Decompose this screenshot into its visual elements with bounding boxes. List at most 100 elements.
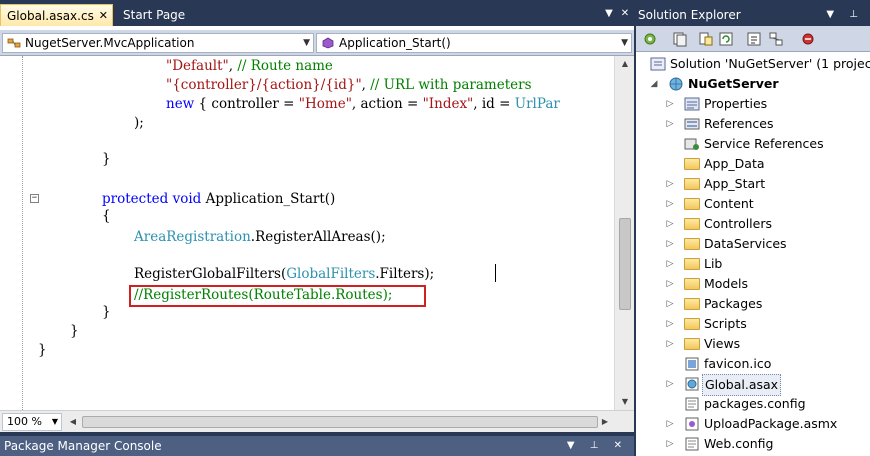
references-icon bbox=[684, 117, 700, 131]
tree-item-uploadpackage-asmx[interactable]: ▷ UploadPackage.asmx bbox=[644, 414, 868, 434]
tree-item-views[interactable]: ▷ Views bbox=[644, 334, 868, 354]
folder-icon bbox=[684, 217, 700, 231]
package-manager-console-header[interactable]: Package Manager Console ▼ ⊥ ✕ bbox=[0, 436, 634, 456]
folder-icon bbox=[684, 277, 700, 291]
tree-item-web-config[interactable]: ▷ Web.config bbox=[644, 434, 868, 454]
expand-arrow-icon[interactable]: ▷ bbox=[664, 334, 676, 354]
solution-node[interactable]: Solution 'NuGetServer' (1 project) bbox=[644, 54, 870, 74]
class-diagram-icon[interactable] bbox=[768, 31, 784, 47]
code-line: } bbox=[38, 342, 47, 358]
expand-arrow-icon[interactable]: ▷ bbox=[664, 374, 676, 394]
tab-global-asax-cs[interactable]: Global.asax.cs ✕ bbox=[0, 4, 113, 26]
expand-arrow-icon[interactable]: ▷ bbox=[664, 274, 676, 294]
panel-window-buttons[interactable]: ▼ ⊥ ✕ bbox=[567, 436, 628, 456]
code-area[interactable]: "Default", // Route name "{controller}/{… bbox=[0, 56, 614, 410]
tree-item-label: Controllers bbox=[704, 216, 772, 231]
config-file-icon bbox=[684, 397, 700, 411]
tree-item-service-references[interactable]: Service References bbox=[644, 134, 868, 154]
solution-tree: Solution 'NuGetServer' (1 project) ◢ NuG… bbox=[636, 52, 870, 456]
tab-dropdown-icon[interactable]: ▼ bbox=[602, 7, 616, 21]
tree-item-label: Service References bbox=[704, 136, 824, 151]
service-references-icon bbox=[684, 137, 700, 151]
scroll-left-icon[interactable]: ◀ bbox=[66, 414, 80, 430]
code-line: new { controller = "Home", action = "Ind… bbox=[166, 96, 560, 112]
scroll-right-icon[interactable]: ▶ bbox=[598, 414, 612, 430]
tree-item-label: packages.config bbox=[704, 396, 806, 411]
tree-item-lib[interactable]: ▷ Lib bbox=[644, 254, 868, 274]
tree-item-models[interactable]: ▷ Models bbox=[644, 274, 868, 294]
expand-arrow-icon[interactable]: ▷ bbox=[664, 234, 676, 254]
collapse-icon[interactable]: − bbox=[30, 194, 39, 203]
folder-icon bbox=[684, 157, 700, 171]
panel-title: Solution Explorer bbox=[638, 8, 741, 22]
member-combo-value: Application_Start() bbox=[339, 36, 451, 50]
expand-arrow-icon[interactable]: ▷ bbox=[664, 174, 676, 194]
vertical-scrollbar[interactable]: ▲ ▼ bbox=[614, 56, 634, 410]
tree-item-label: Global.asax bbox=[702, 374, 782, 396]
navigation-bar: NugetServer.MvcApplication ▼ Application… bbox=[0, 30, 634, 56]
tree-item-dataservices[interactable]: ▷ DataServices bbox=[644, 234, 868, 254]
tree-item-scripts[interactable]: ▷ Scripts bbox=[644, 314, 868, 334]
expand-arrow-icon[interactable]: ▷ bbox=[664, 114, 676, 134]
collapse-arrow-icon[interactable]: ◢ bbox=[648, 74, 660, 94]
chevron-down-icon: ▼ bbox=[621, 38, 628, 48]
nested-files-icon[interactable] bbox=[698, 31, 714, 47]
chevron-down-icon: ▼ bbox=[51, 417, 58, 426]
show-all-files-icon[interactable] bbox=[672, 31, 688, 47]
expand-arrow-icon[interactable]: ▷ bbox=[664, 94, 676, 114]
tab-start-page[interactable]: Start Page bbox=[117, 4, 197, 26]
expand-arrow-icon[interactable]: ▷ bbox=[664, 294, 676, 314]
tree-item-properties[interactable]: ▷ Properties bbox=[644, 94, 868, 114]
solution-explorer-title-bar[interactable]: Solution Explorer ▼ ⊥ bbox=[636, 4, 870, 26]
ide-window: Global.asax.cs ✕ Start Page ▼ ✕ NugetSer… bbox=[0, 0, 870, 456]
tree-item-packages[interactable]: ▷ Packages bbox=[644, 294, 868, 314]
expand-arrow-icon[interactable]: ▷ bbox=[664, 414, 676, 434]
web-project-icon bbox=[669, 77, 683, 91]
scroll-thumb[interactable] bbox=[619, 218, 631, 310]
solution-label: Solution 'NuGetServer' (1 project) bbox=[670, 56, 870, 71]
tree-item-favicon-ico[interactable]: favicon.ico bbox=[644, 354, 868, 374]
panel-window-buttons[interactable]: ▼ ⊥ bbox=[826, 4, 864, 26]
view-code-icon[interactable] bbox=[746, 31, 762, 47]
folder-icon bbox=[684, 237, 700, 251]
member-dropdown[interactable]: Application_Start() ▼ bbox=[316, 33, 632, 53]
tree-item-app-start[interactable]: ▷ App_Start bbox=[644, 174, 868, 194]
view-in-browser-icon[interactable] bbox=[800, 31, 816, 47]
config-file-icon bbox=[684, 437, 700, 451]
tree-item-label: Models bbox=[704, 276, 749, 291]
expand-arrow-icon[interactable]: ▷ bbox=[664, 254, 676, 274]
tree-item-global-asax[interactable]: ▷ Global.asax bbox=[644, 374, 868, 396]
chevron-down-icon: ▼ bbox=[303, 38, 310, 48]
expand-arrow-icon[interactable]: ▷ bbox=[664, 434, 676, 454]
refresh-icon[interactable] bbox=[718, 31, 734, 47]
expand-arrow-icon[interactable]: ▷ bbox=[664, 314, 676, 334]
properties-window-icon[interactable] bbox=[642, 31, 658, 47]
tree-item-packages-config[interactable]: packages.config bbox=[644, 394, 868, 414]
horizontal-scrollbar[interactable]: ◀ ▶ bbox=[66, 414, 612, 430]
close-document-icon[interactable]: ✕ bbox=[618, 7, 632, 21]
tree-item-references[interactable]: ▷ References bbox=[644, 114, 868, 134]
folder-icon bbox=[684, 257, 700, 271]
scroll-thumb[interactable] bbox=[82, 416, 598, 428]
expand-arrow-icon[interactable]: ▷ bbox=[664, 214, 676, 234]
project-node[interactable]: ◢ NuGetServer bbox=[644, 74, 868, 94]
tree-item-content[interactable]: ▷ Content bbox=[644, 194, 868, 214]
tab-label: Start Page bbox=[123, 8, 186, 22]
class-dropdown[interactable]: NugetServer.MvcApplication ▼ bbox=[2, 33, 314, 53]
image-file-icon bbox=[684, 357, 700, 371]
tree-item-label: favicon.ico bbox=[704, 356, 772, 371]
tree-item-label: Properties bbox=[704, 96, 768, 111]
close-icon[interactable]: ✕ bbox=[99, 5, 108, 27]
tree-item-app-data[interactable]: App_Data bbox=[644, 154, 868, 174]
tree-item-label: Scripts bbox=[704, 316, 747, 331]
tree-item-controllers[interactable]: ▷ Controllers bbox=[644, 214, 868, 234]
project-label: NuGetServer bbox=[688, 76, 779, 91]
tree-item-label: Content bbox=[704, 196, 754, 211]
tree-item-label: App_Data bbox=[704, 156, 765, 171]
scroll-down-icon[interactable]: ▼ bbox=[615, 394, 635, 410]
code-line: AreaRegistration.RegisterAllAreas(); bbox=[134, 229, 386, 245]
scroll-up-icon[interactable]: ▲ bbox=[615, 56, 635, 72]
expand-arrow-icon[interactable]: ▷ bbox=[664, 194, 676, 214]
zoom-dropdown[interactable]: 100 % ▼ bbox=[2, 413, 62, 431]
tree-item-label: Lib bbox=[704, 256, 723, 271]
